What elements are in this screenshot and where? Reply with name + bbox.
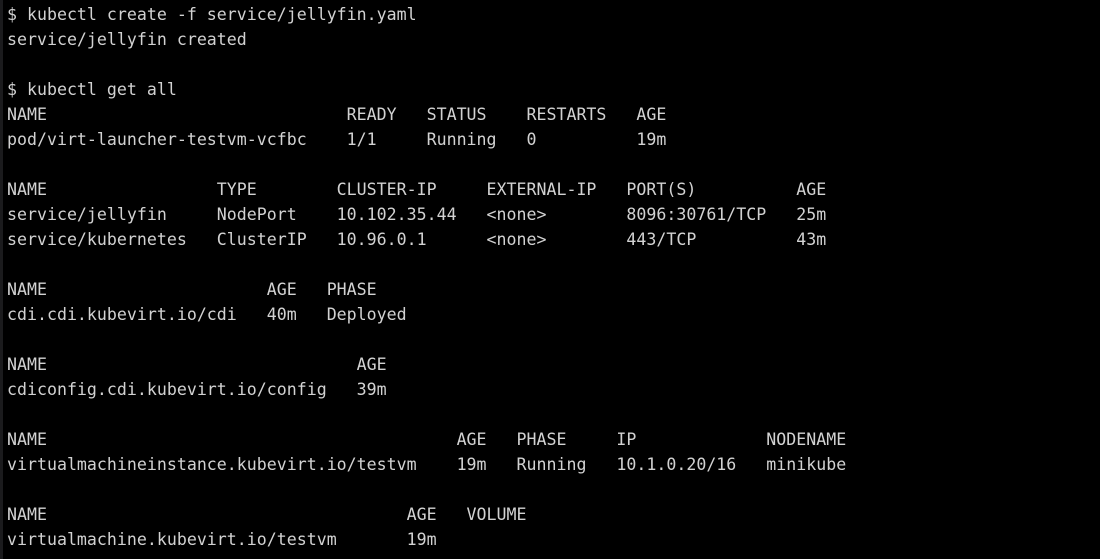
terminal-line: cdi.cdi.kubevirt.io/cdi 40m Deployed [7, 305, 407, 324]
terminal-line: NAME AGE VOLUME [7, 505, 527, 524]
terminal-line: NAME READY STATUS RESTARTS AGE [7, 105, 667, 124]
terminal-line: $ kubectl create -f service/jellyfin.yam… [7, 5, 417, 24]
terminal-window[interactable]: $ kubectl create -f service/jellyfin.yam… [0, 0, 1100, 559]
terminal-line: service/kubernetes ClusterIP 10.96.0.1 <… [7, 230, 827, 249]
terminal-line: cdiconfig.cdi.kubevirt.io/config 39m [7, 380, 387, 399]
terminal-line: NAME AGE PHASE [7, 280, 377, 299]
terminal-line: NAME AGE [7, 355, 387, 374]
terminal-line: virtualmachineinstance.kubevirt.io/testv… [7, 455, 847, 474]
terminal-line: NAME AGE PHASE IP NODENAME [7, 430, 847, 449]
terminal-line: pod/virt-launcher-testvm-vcfbc 1/1 Runni… [7, 130, 667, 149]
terminal-left-edge [0, 0, 3, 559]
terminal-line: NAME TYPE CLUSTER-IP EXTERNAL-IP PORT(S)… [7, 180, 827, 199]
terminal-line: service/jellyfin NodePort 10.102.35.44 <… [7, 205, 827, 224]
terminal-line: service/jellyfin created [7, 30, 247, 49]
terminal-screen[interactable]: $ kubectl create -f service/jellyfin.yam… [7, 2, 1100, 559]
terminal-line: virtualmachine.kubevirt.io/testvm 19m [7, 530, 437, 549]
terminal-line: $ kubectl get all [7, 80, 177, 99]
